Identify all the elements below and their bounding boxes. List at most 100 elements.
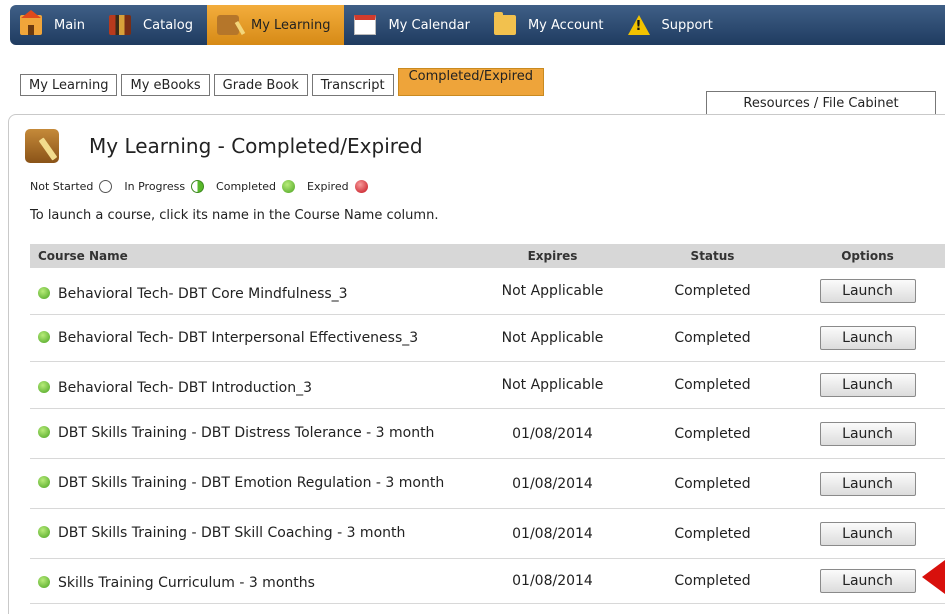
nav-main-label: Main bbox=[54, 17, 86, 33]
header-expires: Expires bbox=[527, 249, 578, 263]
books-icon bbox=[109, 15, 132, 35]
status-cell: Completed bbox=[674, 573, 751, 589]
expires-cell: Not Applicable bbox=[501, 330, 604, 346]
course-name-link[interactable]: Skills Training Curriculum - 3 months bbox=[58, 575, 315, 591]
legend-in-progress: In Progress bbox=[124, 180, 205, 193]
options-cell: Launch bbox=[790, 279, 945, 303]
legend-completed-label: Completed bbox=[216, 180, 277, 193]
completed-icon bbox=[38, 526, 50, 538]
header-options: Options bbox=[841, 249, 894, 263]
table-header: Course Name Expires Status Options bbox=[30, 244, 945, 268]
status-legend: Not Started In Progress Completed Expire… bbox=[30, 180, 380, 193]
launch-button[interactable]: Launch bbox=[819, 471, 916, 496]
nav-my-calendar-label: My Calendar bbox=[388, 17, 470, 33]
status-cell: Completed bbox=[674, 425, 751, 442]
sub-tabs: My Learning My eBooks Grade Book Transcr… bbox=[20, 68, 548, 96]
tab-my-learning[interactable]: My Learning bbox=[20, 74, 118, 96]
course-name-cell: Skills Training Curriculum - 3 months bbox=[30, 572, 470, 591]
nav-my-learning-label: My Learning bbox=[250, 17, 331, 33]
expires-cell: 01/08/2014 bbox=[512, 573, 593, 589]
options-cell: Launch bbox=[790, 521, 945, 546]
status-cell: Completed bbox=[674, 377, 751, 393]
legend-completed: Completed bbox=[216, 180, 296, 193]
top-navigation: Main Catalog My Learning My Calendar My … bbox=[10, 5, 945, 45]
completed-icon bbox=[38, 330, 50, 343]
legend-not-started: Not Started bbox=[30, 180, 113, 193]
warning-icon bbox=[627, 15, 650, 35]
launch-button[interactable]: Launch bbox=[819, 279, 916, 303]
completed-icon bbox=[38, 426, 50, 438]
instruction-text: To launch a course, click its name in th… bbox=[30, 208, 439, 223]
legend-not-started-label: Not Started bbox=[30, 180, 94, 193]
table-row: DBT Skills Training - DBT Emotion Regula… bbox=[30, 459, 945, 509]
nav-main[interactable]: Main bbox=[10, 5, 99, 45]
tab-resources-file-cabinet[interactable]: Resources / File Cabinet bbox=[706, 91, 936, 115]
legend-expired-label: Expired bbox=[307, 180, 349, 193]
launch-button[interactable]: Launch bbox=[819, 326, 916, 350]
tab-grade-book[interactable]: Grade Book bbox=[213, 74, 308, 96]
home-icon bbox=[20, 10, 42, 35]
nav-my-learning[interactable]: My Learning bbox=[206, 5, 345, 45]
course-name-cell: DBT Skills Training - DBT Skill Coaching… bbox=[30, 526, 470, 541]
nav-support-label: Support bbox=[661, 17, 713, 33]
options-cell: Launch bbox=[790, 326, 945, 350]
course-name-link[interactable]: Behavioral Tech- DBT Interpersonal Effec… bbox=[58, 330, 418, 346]
completed-icon bbox=[38, 286, 50, 299]
course-name-link[interactable]: Behavioral Tech- DBT Core Mindfulness_3 bbox=[58, 286, 348, 302]
notebook-icon bbox=[216, 15, 239, 35]
course-name-cell: DBT Skills Training - DBT Distress Toler… bbox=[30, 426, 470, 441]
course-name-cell: Behavioral Tech- DBT Interpersonal Effec… bbox=[30, 330, 470, 346]
course-name-cell: DBT Skills Training - DBT Emotion Regula… bbox=[30, 476, 470, 491]
folder-icon bbox=[493, 12, 516, 35]
completed-icon bbox=[38, 476, 50, 488]
legend-in-progress-label: In Progress bbox=[124, 180, 186, 193]
options-cell: Launch bbox=[790, 373, 945, 397]
in-progress-icon bbox=[191, 180, 205, 193]
launch-button[interactable]: Launch bbox=[819, 521, 916, 546]
tab-transcript[interactable]: Transcript bbox=[311, 74, 394, 96]
nav-catalog-label: Catalog bbox=[143, 17, 193, 33]
table-row: Behavioral Tech- DBT Introduction_3 Not … bbox=[30, 362, 945, 409]
status-cell: Completed bbox=[674, 525, 751, 542]
expires-cell: Not Applicable bbox=[501, 283, 604, 299]
table-row: Skills Training Curriculum - 3 months 01… bbox=[30, 559, 945, 604]
completed-icon bbox=[38, 575, 50, 588]
status-cell: Completed bbox=[674, 475, 751, 492]
expires-cell: Not Applicable bbox=[501, 377, 604, 393]
nav-support[interactable]: Support bbox=[618, 5, 727, 45]
table-row: Behavioral Tech- DBT Interpersonal Effec… bbox=[30, 315, 945, 362]
nav-my-account[interactable]: My Account bbox=[484, 5, 618, 45]
course-name-link[interactable]: DBT Skills Training - DBT Emotion Regula… bbox=[58, 475, 444, 491]
status-cell: Completed bbox=[674, 330, 751, 346]
courses-table: Course Name Expires Status Options Behav… bbox=[30, 244, 945, 604]
options-cell: Launch bbox=[790, 471, 945, 496]
launch-button[interactable]: Launch bbox=[819, 373, 916, 397]
launch-button[interactable]: Launch bbox=[819, 569, 916, 593]
course-name-link[interactable]: DBT Skills Training - DBT Distress Toler… bbox=[58, 425, 434, 441]
calendar-icon bbox=[354, 15, 377, 35]
course-name-link[interactable]: Behavioral Tech- DBT Introduction_3 bbox=[58, 380, 312, 396]
page-title: My Learning - Completed/Expired bbox=[89, 134, 423, 158]
status-cell: Completed bbox=[674, 283, 751, 299]
notebook-icon bbox=[25, 129, 59, 163]
red-arrow-marker bbox=[922, 560, 945, 594]
completed-icon bbox=[38, 380, 50, 393]
course-name-cell: Behavioral Tech- DBT Introduction_3 bbox=[30, 375, 470, 396]
tab-my-ebooks[interactable]: My eBooks bbox=[121, 74, 210, 96]
tab-completed-expired[interactable]: Completed/Expired bbox=[397, 68, 544, 96]
expires-cell: 01/08/2014 bbox=[512, 475, 593, 492]
page-header: My Learning - Completed/Expired bbox=[25, 129, 423, 163]
nav-my-account-label: My Account bbox=[527, 17, 604, 33]
header-course-name: Course Name bbox=[38, 248, 128, 263]
nav-catalog[interactable]: Catalog bbox=[99, 5, 207, 45]
course-name-cell: Behavioral Tech- DBT Core Mindfulness_3 bbox=[30, 281, 470, 302]
table-row: DBT Skills Training - DBT Skill Coaching… bbox=[30, 509, 945, 559]
expires-cell: 01/08/2014 bbox=[512, 425, 593, 442]
not-started-icon bbox=[99, 180, 113, 193]
expired-icon bbox=[354, 180, 368, 193]
course-name-link[interactable]: DBT Skills Training - DBT Skill Coaching… bbox=[58, 525, 405, 541]
completed-icon bbox=[282, 180, 296, 193]
nav-my-calendar[interactable]: My Calendar bbox=[344, 5, 484, 45]
launch-button[interactable]: Launch bbox=[819, 421, 916, 446]
expires-cell: 01/08/2014 bbox=[512, 525, 593, 542]
